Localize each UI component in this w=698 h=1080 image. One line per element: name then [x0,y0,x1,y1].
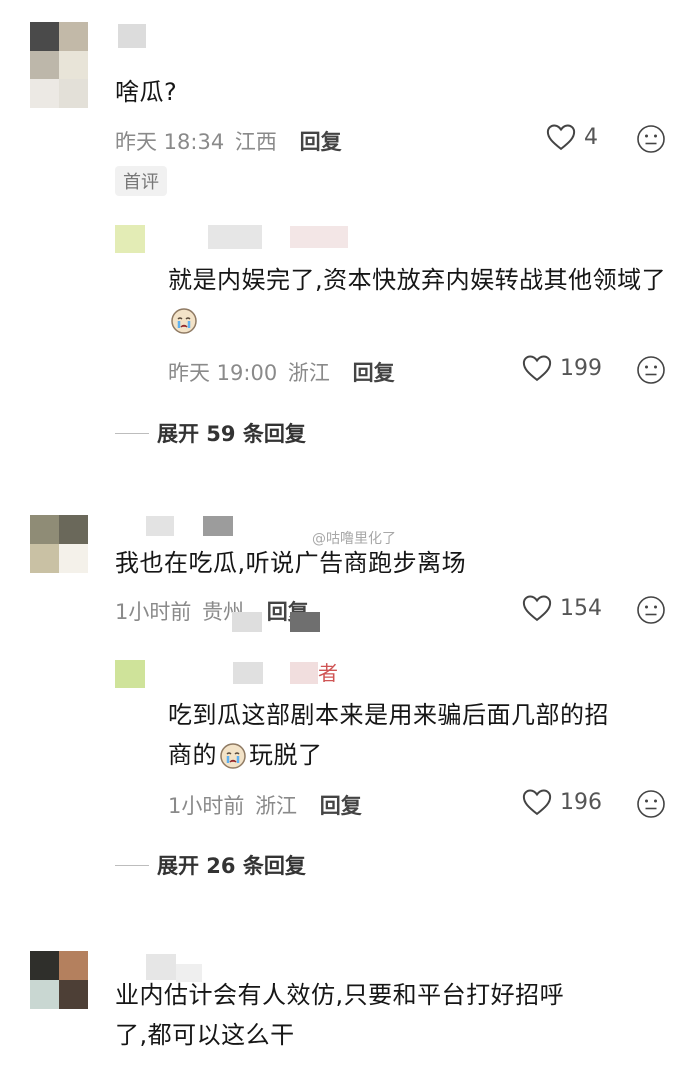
crying-emoji-icon [171,308,197,334]
like-button[interactable]: 196 [522,788,602,816]
reply-username-blurred[interactable] [233,662,263,684]
reply-location: 浙江 [255,794,298,818]
expand-line [115,432,149,434]
reply-avatar-blurred[interactable] [290,612,320,632]
comment-time: 昨天 18:34 [115,130,225,154]
neutral-face-icon[interactable] [636,124,666,154]
author-tag: 者 [318,661,338,685]
like-count: 4 [584,124,598,150]
neutral-face-icon[interactable] [636,355,666,385]
comment-meta: 昨天 18:34 江西 回复 [115,126,342,156]
reply-text: 吃到瓜这部剧本来是用来骗后面几部的招 商的 玩脱了 [168,701,609,769]
reply-tag-blurred [290,226,348,248]
expand-replies-button[interactable]: 展开 59 条回复 [115,418,306,448]
like-count: 199 [560,355,602,381]
reply-meta: 昨天 19:00 浙江 回复 [168,357,395,387]
reply-avatar[interactable] [115,660,145,688]
reply-time: 1小时前 [168,794,245,818]
like-button[interactable]: 199 [522,354,602,382]
comment-text: 业内估计会有人效仿,只要和平台打好招呼 了,都可以这么干 [115,981,565,1049]
reply-meta: 1小时前 浙江 回复 [168,790,362,820]
comment-text: 啥瓜? [115,78,178,106]
comment-meta: 1小时前 贵州 回复 [115,596,309,626]
like-count: 196 [560,789,602,815]
avatar[interactable] [30,951,88,1009]
neutral-face-icon[interactable] [636,789,666,819]
reply-button[interactable]: 回复 [320,794,362,818]
expand-line [115,864,149,866]
heart-outline-icon [522,355,552,382]
reply-avatar-blurred[interactable] [232,612,262,632]
reply-button[interactable]: 回复 [353,361,395,385]
heart-outline-icon [522,595,552,622]
reply-time: 昨天 19:00 [168,361,278,385]
reply-location: 浙江 [287,361,330,385]
reply-avatar[interactable] [115,225,145,253]
like-button[interactable]: 154 [522,594,602,622]
username-blurred[interactable] [203,516,233,536]
comment-text: 我也在吃瓜,听说广告商跑步离场 [115,549,467,577]
like-count: 154 [560,595,602,621]
avatar[interactable] [30,22,88,108]
crying-emoji-icon [220,743,246,769]
like-button[interactable]: 4 [546,123,598,151]
reply-username-blurred[interactable] [208,225,262,249]
first-comment-badge: 首评 [115,166,167,196]
username-blurred[interactable] [118,24,146,48]
username-blurred[interactable] [146,516,174,536]
heart-outline-icon [546,124,576,151]
comment-time: 1小时前 [115,600,192,624]
avatar[interactable] [30,515,88,573]
heart-outline-icon [522,789,552,816]
reply-tag-blurred [290,662,318,684]
comment-location: 江西 [234,130,277,154]
neutral-face-icon[interactable] [636,595,666,625]
reply-text: 就是内娱完了,资本快放弃内娱转战其他领域了 [168,260,668,340]
expand-replies-button[interactable]: 展开 26 条回复 [115,850,306,880]
reply-button[interactable]: 回复 [300,130,342,154]
